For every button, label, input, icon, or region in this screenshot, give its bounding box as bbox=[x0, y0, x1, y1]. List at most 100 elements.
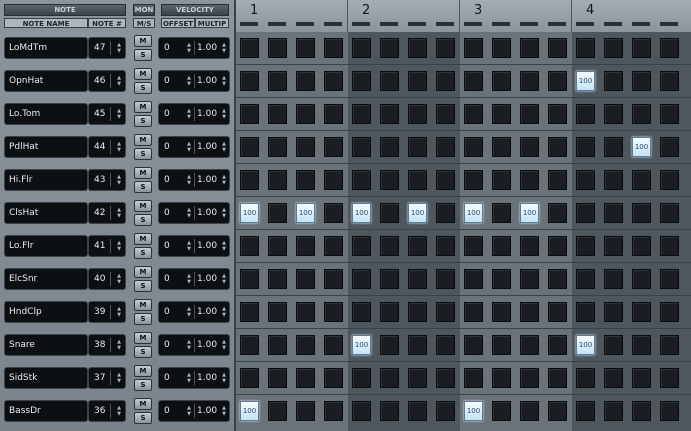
velocity-multip-field[interactable]: 1.00 bbox=[197, 104, 217, 124]
step-cell[interactable] bbox=[604, 368, 623, 388]
step-cell[interactable] bbox=[464, 302, 483, 322]
step-cell-active[interactable]: 100 bbox=[576, 335, 595, 355]
step-cell[interactable] bbox=[604, 71, 623, 91]
step-cell[interactable] bbox=[604, 236, 623, 256]
step-cell[interactable] bbox=[660, 137, 679, 157]
step-cell[interactable] bbox=[520, 302, 539, 322]
note-name-field[interactable]: PdlHat bbox=[4, 136, 88, 158]
multip-spin-icon[interactable]: ▲ ▼ bbox=[221, 42, 227, 54]
step-cell[interactable] bbox=[548, 368, 567, 388]
offset-spin-icon[interactable]: ▲ ▼ bbox=[186, 339, 192, 351]
step-cell[interactable] bbox=[548, 170, 567, 190]
note-number-spin-icon[interactable]: ▲ ▼ bbox=[116, 405, 122, 417]
note-number-spin-icon[interactable]: ▲ ▼ bbox=[116, 207, 122, 219]
step-cell[interactable] bbox=[296, 137, 315, 157]
solo-button[interactable]: S bbox=[134, 82, 152, 94]
note-number-spin-icon[interactable]: ▲ ▼ bbox=[116, 372, 122, 384]
mute-button[interactable]: M bbox=[134, 134, 152, 146]
spin-down-icon[interactable]: ▼ bbox=[222, 114, 226, 120]
note-number-stepper[interactable]: 47 ▲ ▼ bbox=[88, 37, 126, 59]
velocity-offset-field[interactable]: 0 bbox=[164, 137, 170, 157]
step-cell[interactable] bbox=[520, 137, 539, 157]
step-cell[interactable] bbox=[660, 269, 679, 289]
velocity-offset-field[interactable]: 0 bbox=[164, 236, 170, 256]
step-cell[interactable] bbox=[408, 302, 427, 322]
step-cell[interactable] bbox=[296, 335, 315, 355]
step-cell[interactable] bbox=[464, 38, 483, 58]
solo-button[interactable]: S bbox=[134, 181, 152, 193]
step-cell[interactable] bbox=[380, 71, 399, 91]
spin-down-icon[interactable]: ▼ bbox=[222, 411, 226, 417]
step-cell[interactable] bbox=[632, 368, 651, 388]
step-cell-active[interactable]: 100 bbox=[632, 137, 651, 157]
step-cell[interactable] bbox=[324, 335, 343, 355]
velocity-offset-field[interactable]: 0 bbox=[164, 104, 170, 124]
step-cell[interactable] bbox=[352, 401, 371, 421]
step-cell[interactable] bbox=[660, 335, 679, 355]
step-cell[interactable] bbox=[296, 302, 315, 322]
step-cell[interactable] bbox=[632, 302, 651, 322]
note-number-stepper[interactable]: 43 ▲ ▼ bbox=[88, 169, 126, 191]
spin-down-icon[interactable]: ▼ bbox=[222, 312, 226, 318]
spin-down-icon[interactable]: ▼ bbox=[187, 279, 191, 285]
note-name-field[interactable]: Snare bbox=[4, 334, 88, 356]
note-name-field[interactable]: LoMdTm bbox=[4, 37, 88, 59]
mute-button[interactable]: M bbox=[134, 299, 152, 311]
step-cell[interactable] bbox=[520, 269, 539, 289]
step-cell[interactable] bbox=[408, 368, 427, 388]
note-number-stepper[interactable]: 44 ▲ ▼ bbox=[88, 136, 126, 158]
step-cell[interactable] bbox=[352, 38, 371, 58]
multip-spin-icon[interactable]: ▲ ▼ bbox=[221, 240, 227, 252]
step-cell[interactable] bbox=[324, 269, 343, 289]
velocity-offset-field[interactable]: 0 bbox=[164, 368, 170, 388]
step-cell[interactable] bbox=[576, 203, 595, 223]
step-cell[interactable] bbox=[324, 203, 343, 223]
step-cell[interactable] bbox=[464, 269, 483, 289]
step-cell[interactable] bbox=[268, 335, 287, 355]
step-cell[interactable] bbox=[660, 401, 679, 421]
step-cell[interactable] bbox=[660, 236, 679, 256]
step-cell[interactable] bbox=[240, 302, 259, 322]
step-cell[interactable] bbox=[632, 104, 651, 124]
step-cell[interactable] bbox=[632, 236, 651, 256]
note-name-field[interactable]: ClsHat bbox=[4, 202, 88, 224]
step-cell[interactable] bbox=[324, 137, 343, 157]
step-cell[interactable] bbox=[464, 170, 483, 190]
step-cell[interactable] bbox=[324, 71, 343, 91]
velocity-multip-field[interactable]: 1.00 bbox=[197, 335, 217, 355]
step-cell[interactable] bbox=[548, 203, 567, 223]
step-cell[interactable] bbox=[492, 368, 511, 388]
velocity-offset-field[interactable]: 0 bbox=[164, 203, 170, 223]
offset-spin-icon[interactable]: ▲ ▼ bbox=[186, 207, 192, 219]
velocity-offset-field[interactable]: 0 bbox=[164, 71, 170, 91]
step-cell[interactable] bbox=[240, 71, 259, 91]
step-cell[interactable] bbox=[240, 137, 259, 157]
step-cell[interactable] bbox=[324, 104, 343, 124]
note-number-stepper[interactable]: 37 ▲ ▼ bbox=[88, 367, 126, 389]
step-cell[interactable] bbox=[408, 137, 427, 157]
spin-down-icon[interactable]: ▼ bbox=[187, 180, 191, 186]
step-cell[interactable] bbox=[324, 302, 343, 322]
step-cell[interactable] bbox=[268, 38, 287, 58]
step-cell[interactable] bbox=[380, 236, 399, 256]
step-cell[interactable] bbox=[604, 38, 623, 58]
mute-button[interactable]: M bbox=[134, 101, 152, 113]
offset-spin-icon[interactable]: ▲ ▼ bbox=[186, 42, 192, 54]
spin-down-icon[interactable]: ▼ bbox=[187, 378, 191, 384]
note-name-field[interactable]: BassDr bbox=[4, 400, 88, 422]
step-cell[interactable] bbox=[324, 170, 343, 190]
step-cell[interactable] bbox=[352, 368, 371, 388]
spin-down-icon[interactable]: ▼ bbox=[222, 378, 226, 384]
step-cell[interactable] bbox=[632, 71, 651, 91]
step-cell[interactable] bbox=[240, 236, 259, 256]
step-cell[interactable] bbox=[296, 38, 315, 58]
step-cell[interactable] bbox=[492, 137, 511, 157]
multip-spin-icon[interactable]: ▲ ▼ bbox=[221, 75, 227, 87]
step-cell[interactable] bbox=[604, 335, 623, 355]
step-cell[interactable] bbox=[352, 137, 371, 157]
step-cell[interactable] bbox=[548, 137, 567, 157]
step-cell[interactable] bbox=[576, 236, 595, 256]
note-number-spin-icon[interactable]: ▲ ▼ bbox=[116, 75, 122, 87]
step-cell[interactable] bbox=[660, 368, 679, 388]
note-number-stepper[interactable]: 40 ▲ ▼ bbox=[88, 268, 126, 290]
